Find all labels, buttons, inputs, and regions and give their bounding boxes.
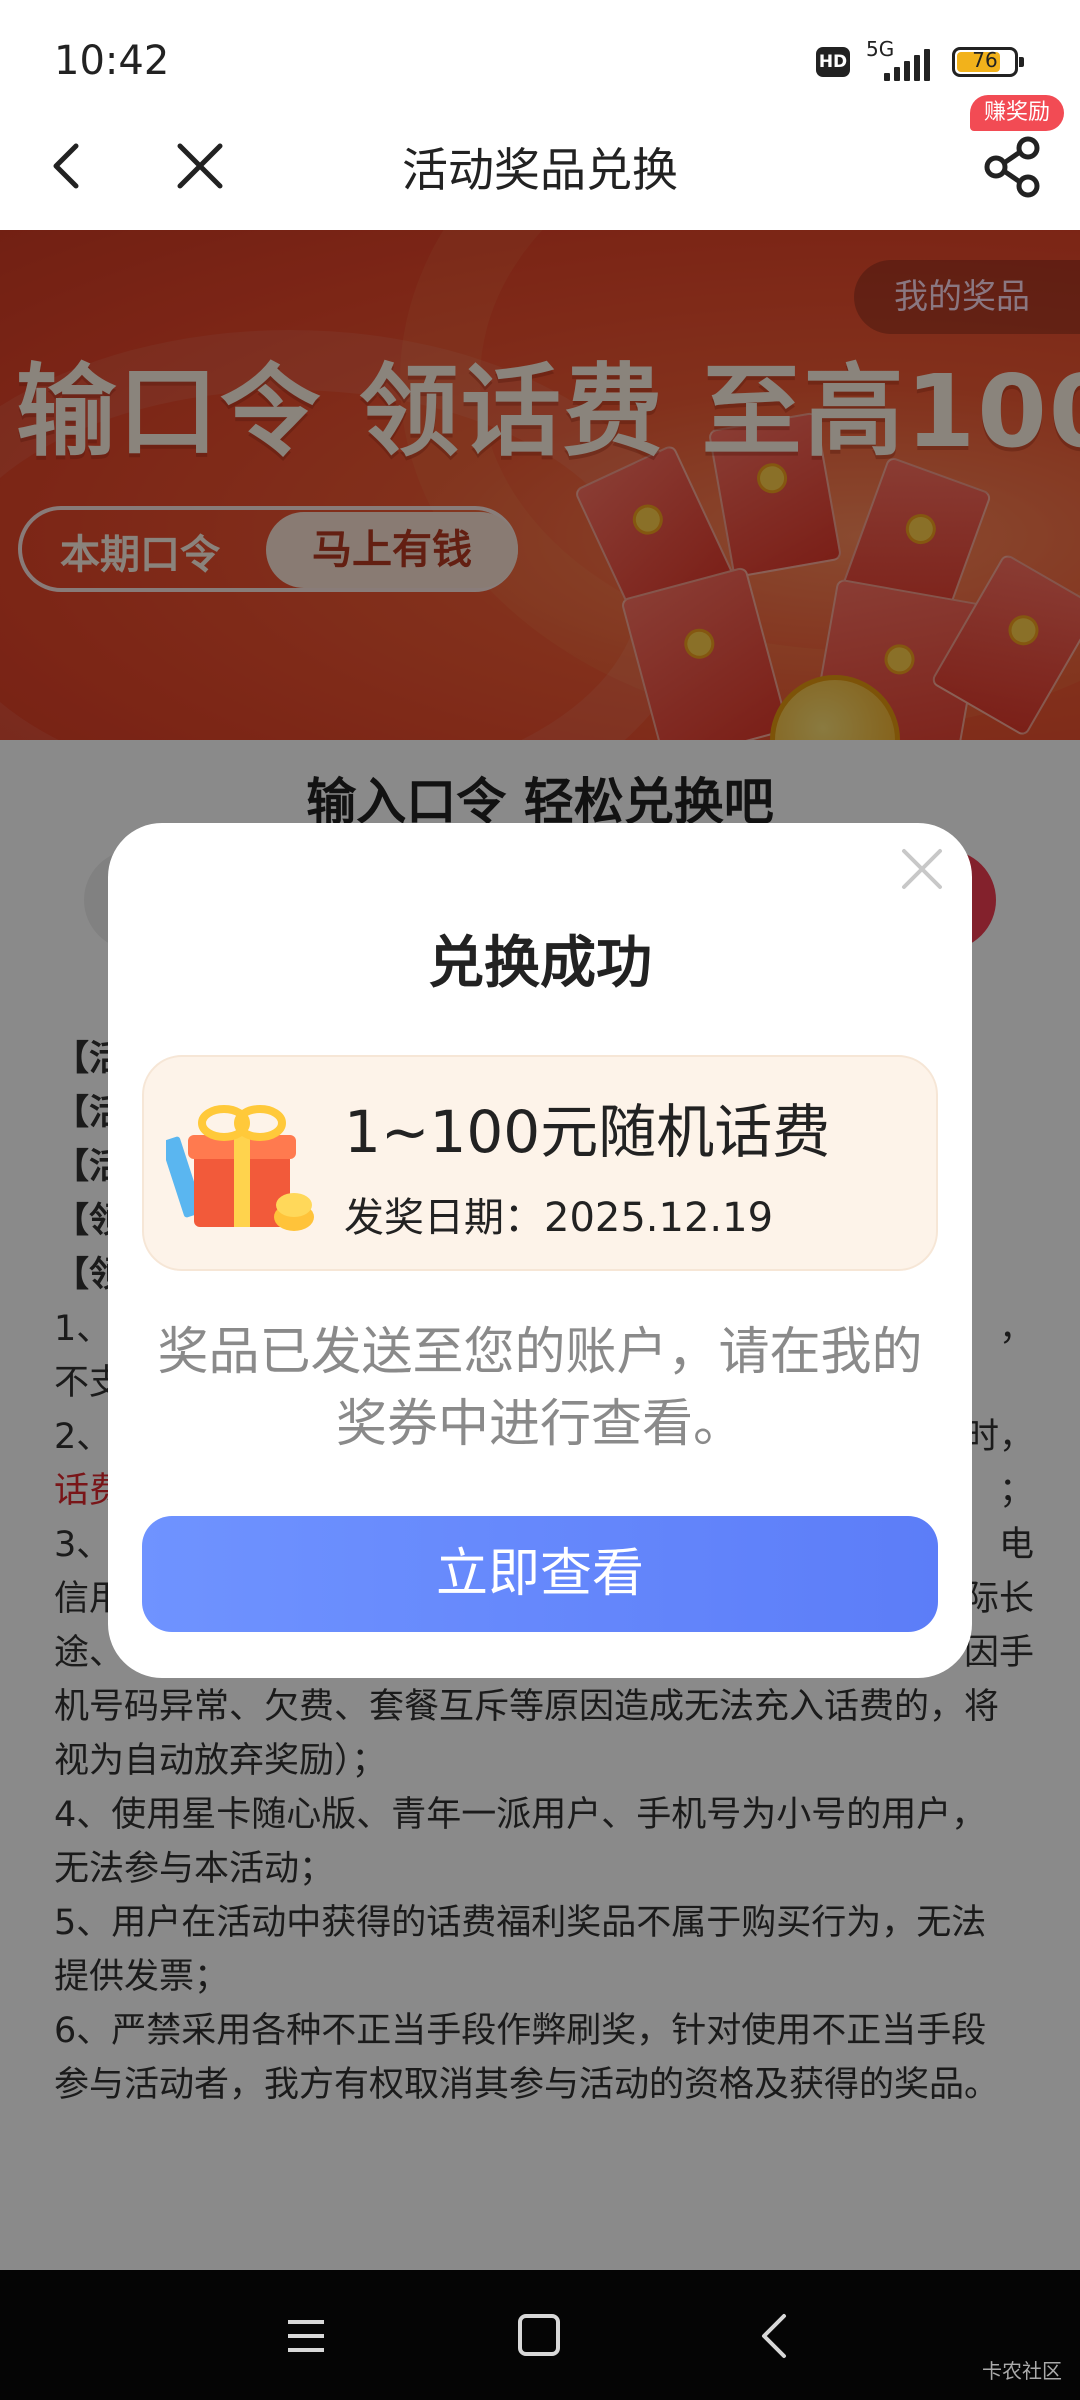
status-icons: HD 5G 76 [816, 37, 1024, 84]
back-icon[interactable] [754, 2312, 794, 2360]
menu-icon[interactable] [286, 2316, 326, 2356]
success-modal: 兑换成功 1~100元随机话费 发奖日期：2025.12.19 奖品已发送至您的… [108, 823, 972, 1678]
close-icon[interactable] [896, 843, 948, 895]
battery-percent: 76 [972, 48, 998, 72]
view-now-button[interactable]: 立即查看 [142, 1516, 938, 1632]
system-nav-bar: 卡农社区 [0, 2270, 1080, 2400]
earn-reward-badge[interactable]: 赚奖励 [970, 95, 1065, 131]
prize-name: 1~100元随机话费 [344, 1098, 831, 1166]
battery-icon: 76 [952, 47, 1024, 77]
watermark: 卡农社区 [982, 2359, 1062, 2383]
gift-icon [160, 1097, 316, 1237]
home-icon[interactable] [518, 2314, 560, 2356]
prize-card: 1~100元随机话费 发奖日期：2025.12.19 [142, 1055, 938, 1271]
prize-date: 发奖日期：2025.12.19 [344, 1195, 774, 1241]
modal-title: 兑换成功 [428, 931, 652, 996]
page-title: 活动奖品兑换 [402, 143, 678, 197]
screen: 10:42 HD 5G 76 活动奖品兑换 赚奖励 我的奖品 输口令 领话费 至… [0, 0, 1080, 2400]
nav-bar: 活动奖品兑换 [0, 120, 1080, 230]
status-time: 10:42 [54, 38, 170, 84]
status-bar: 10:42 HD 5G 76 [0, 0, 1080, 120]
signal-icon: 5G [866, 37, 936, 83]
share-icon[interactable] [980, 134, 1046, 200]
hd-icon: HD [816, 47, 850, 77]
modal-message: 奖品已发送至您的账户，请在我的奖券中进行查看。 [157, 1323, 923, 1454]
